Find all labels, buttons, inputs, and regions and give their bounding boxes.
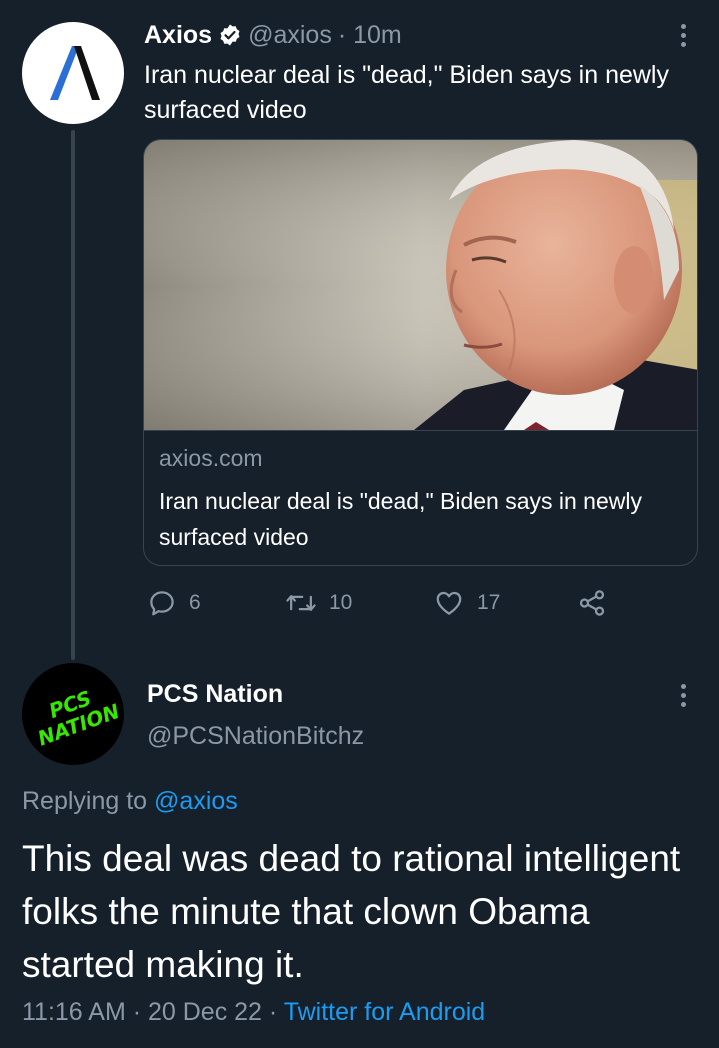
link-card[interactable]: axios.com Iran nuclear deal is "dead," B… (143, 139, 698, 566)
tweet-header: Axios @axios · 10m (144, 18, 402, 52)
share-icon (579, 590, 605, 616)
reply-author-name[interactable]: PCS Nation (147, 680, 283, 709)
tweet-actions: 6 10 17 (147, 585, 617, 621)
pcs-nation-logo-icon: PCS NATION (34, 686, 122, 751)
tweet-text: Iran nuclear deal is "dead," Biden says … (144, 61, 669, 124)
retweet-button[interactable]: 10 (285, 585, 352, 621)
reply-button[interactable]: 6 (147, 585, 201, 621)
share-button[interactable] (577, 585, 607, 621)
thread-line (71, 130, 75, 660)
reply-source[interactable]: Twitter for Android (284, 998, 485, 1026)
author-name[interactable]: Axios (144, 21, 212, 50)
retweet-icon (286, 595, 316, 611)
reply-count: 6 (189, 591, 201, 614)
card-info: axios.com Iran nuclear deal is "dead," B… (144, 430, 697, 565)
pcs-nation-avatar[interactable]: PCS NATION (22, 663, 124, 765)
like-icon (436, 591, 462, 615)
axios-logo-icon (50, 46, 100, 100)
time-ago[interactable]: · 10m (338, 21, 402, 50)
replying-to: Replying to @axios (22, 787, 238, 816)
card-image (144, 140, 697, 430)
card-title: Iran nuclear deal is "dead," Biden says … (159, 488, 642, 550)
reply-icon (150, 591, 174, 616)
like-count: 17 (477, 591, 501, 614)
like-button[interactable]: 17 (433, 585, 500, 621)
replying-to-link[interactable]: @axios (154, 787, 238, 815)
reply-timestamp[interactable]: 11:16 AM · 20 Dec 22 · (22, 998, 277, 1026)
reply-author-handle[interactable]: @PCSNationBitchz (147, 722, 364, 751)
more-icon[interactable] (668, 20, 698, 50)
reply-meta: 11:16 AM · 20 Dec 22 · Twitter for Andro… (22, 998, 485, 1027)
axios-avatar[interactable] (22, 22, 124, 124)
reply-text: This deal was dead to rational intellige… (22, 838, 681, 985)
author-handle[interactable]: @axios (248, 21, 332, 50)
replying-prefix: Replying to (22, 787, 148, 815)
reply-more-icon[interactable] (668, 680, 698, 710)
card-domain: axios.com (159, 445, 263, 471)
verified-badge-icon (218, 23, 242, 47)
retweet-count: 10 (329, 591, 353, 614)
